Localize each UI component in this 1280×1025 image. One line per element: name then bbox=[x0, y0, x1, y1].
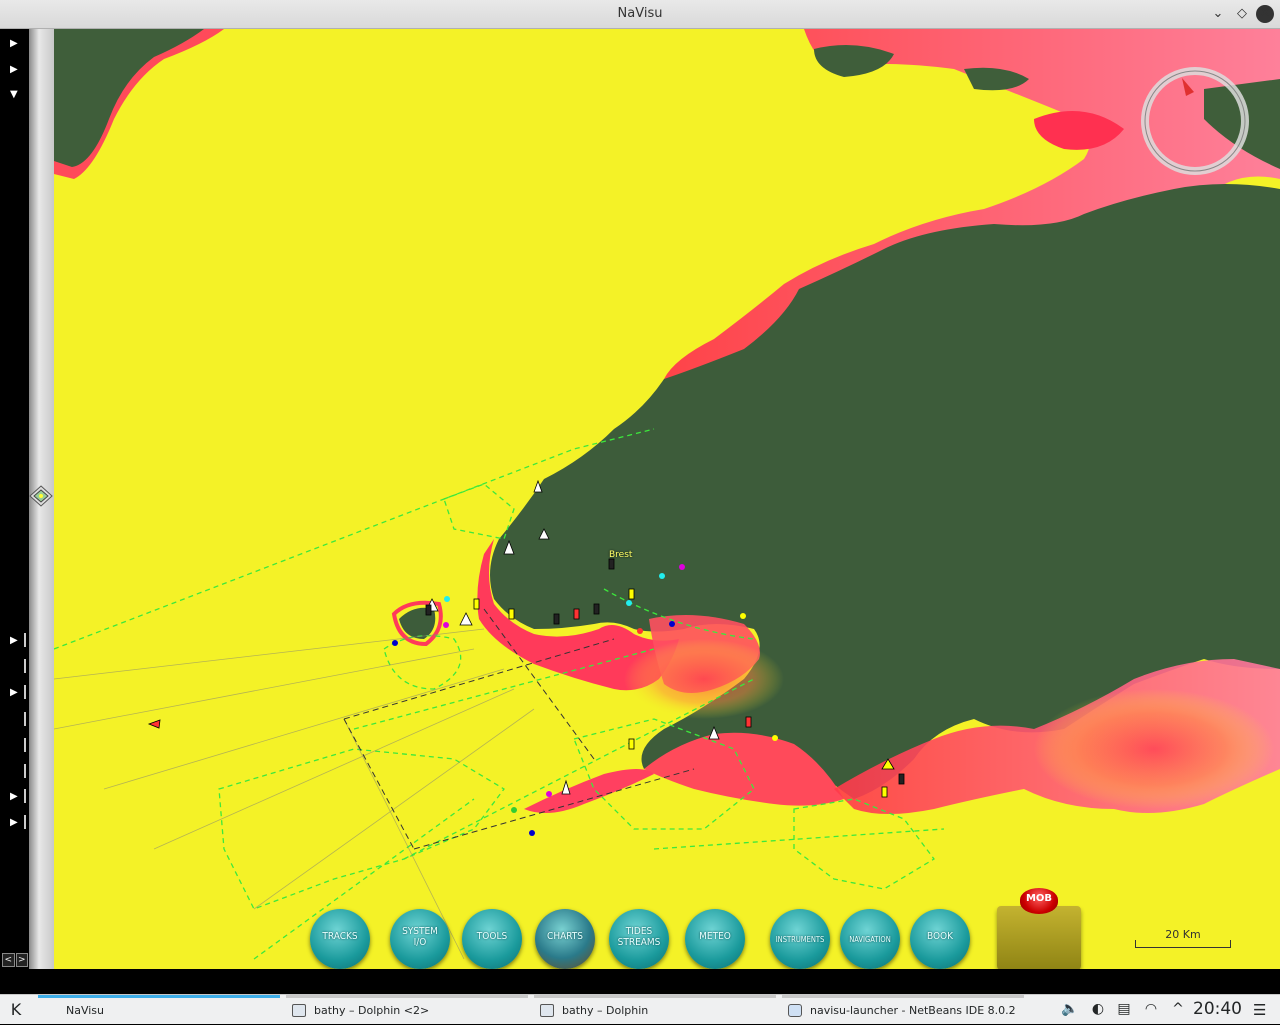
meteo-button-label: METEO bbox=[699, 931, 731, 942]
updates-icon[interactable]: ◐ bbox=[1090, 1001, 1106, 1017]
netbeans-icon bbox=[788, 1004, 802, 1017]
layer-panel-icon[interactable] bbox=[28, 484, 54, 510]
window-titlebar: NaVisu ⌄ ◇ ✕ bbox=[0, 0, 1280, 29]
tracks-button-label: TRACKS bbox=[322, 931, 358, 942]
bathymetry-map bbox=[54, 29, 1280, 960]
tides-label-line1: TIDES bbox=[625, 926, 653, 937]
dock-divider bbox=[24, 659, 26, 673]
navigation-button-label: NAVIGATION bbox=[849, 935, 891, 944]
dock-divider bbox=[24, 815, 26, 829]
wifi-icon[interactable]: ◠ bbox=[1143, 1001, 1159, 1017]
compass-icon[interactable] bbox=[1140, 66, 1250, 176]
scroll-left-button[interactable]: < bbox=[2, 953, 15, 967]
dock-divider bbox=[24, 764, 26, 778]
maximize-button[interactable]: ◇ bbox=[1233, 5, 1251, 23]
dolphin-icon bbox=[292, 1004, 306, 1017]
expand-arrow-icon[interactable]: ▶ bbox=[10, 635, 22, 647]
application-launcher-icon[interactable]: K bbox=[6, 1000, 26, 1020]
system-io-label-line1: SYSTEM bbox=[402, 926, 438, 937]
left-dock-panel: ▶ ▶ ▼ ▶ ▶ ▶ ▶ < > bbox=[0, 29, 54, 969]
dolphin-icon bbox=[540, 1004, 554, 1017]
task-indicator bbox=[782, 995, 1024, 998]
dock-scroll-buttons: < > bbox=[2, 953, 28, 967]
dock-divider bbox=[24, 712, 26, 726]
scale-bar-line bbox=[1135, 940, 1231, 948]
task-label: bathy – Dolphin bbox=[562, 1004, 649, 1017]
task-indicator bbox=[534, 995, 776, 998]
charts-button-label: CHARTS bbox=[547, 931, 583, 942]
instruments-button-label: INSTRUMENTS bbox=[775, 935, 825, 944]
expand-arrow-icon[interactable]: ▶ bbox=[10, 817, 22, 829]
mob-button-cap: MOB bbox=[1020, 888, 1058, 914]
charts-button[interactable]: CHARTS bbox=[535, 909, 595, 969]
tracks-button[interactable]: TRACKS bbox=[310, 909, 370, 969]
book-button-label: BOOK bbox=[926, 931, 954, 942]
window-title: NaVisu bbox=[617, 6, 663, 21]
book-button[interactable]: BOOK bbox=[910, 909, 970, 969]
minimize-button[interactable]: ⌄ bbox=[1209, 5, 1227, 23]
volume-icon[interactable]: 🔈 bbox=[1061, 1001, 1078, 1017]
task-indicator bbox=[38, 995, 280, 998]
expand-arrow-icon[interactable]: ▶ bbox=[10, 64, 22, 76]
tray-expand-icon[interactable]: ^ bbox=[1170, 1001, 1186, 1017]
collapse-arrow-icon[interactable]: ▼ bbox=[10, 89, 22, 101]
expand-arrow-icon[interactable]: ▶ bbox=[10, 38, 22, 50]
system-io-button[interactable]: SYSTEM I/O bbox=[390, 909, 450, 969]
map-view[interactable]: Brest TRACKS SYSTEM I/O TOOLS CHARTS TID… bbox=[54, 29, 1280, 969]
dock-divider bbox=[24, 789, 26, 803]
tides-streams-button[interactable]: TIDES STREAMS bbox=[609, 909, 669, 969]
system-io-label-line2: I/O bbox=[413, 937, 427, 948]
dock-divider bbox=[24, 633, 26, 647]
clock[interactable]: 20:40 bbox=[1193, 999, 1242, 1019]
meteo-button[interactable]: METEO bbox=[685, 909, 745, 969]
task-dolphin[interactable]: bathy – Dolphin bbox=[534, 995, 776, 1025]
dock-divider bbox=[24, 738, 26, 752]
mob-button[interactable]: MOB bbox=[997, 886, 1081, 969]
task-navisu[interactable]: NaVisu bbox=[38, 995, 280, 1025]
navigation-button[interactable]: NAVIGATION bbox=[840, 909, 900, 969]
tools-button[interactable]: TOOLS bbox=[462, 909, 522, 969]
panel-menu-icon[interactable]: ☰ bbox=[1253, 1001, 1266, 1019]
instruments-button[interactable]: INSTRUMENTS bbox=[770, 909, 830, 969]
taskbar: K NaVisu bathy – Dolphin <2> bathy – Dol… bbox=[0, 994, 1280, 1024]
close-button[interactable]: ✕ bbox=[1256, 5, 1274, 23]
task-label: navisu-launcher - NetBeans IDE 8.0.2 bbox=[810, 1004, 1016, 1017]
expand-arrow-icon[interactable]: ▶ bbox=[10, 687, 22, 699]
task-label: NaVisu bbox=[66, 1004, 105, 1017]
dock-divider bbox=[24, 685, 26, 699]
mob-button-base bbox=[997, 906, 1081, 969]
task-label: bathy – Dolphin <2> bbox=[314, 1004, 430, 1017]
tides-label-line2: STREAMS bbox=[617, 937, 661, 948]
scroll-right-button[interactable]: > bbox=[15, 953, 28, 967]
expand-arrow-icon[interactable]: ▶ bbox=[10, 791, 22, 803]
city-label-brest: Brest bbox=[609, 550, 633, 560]
mob-button-label: MOB bbox=[1025, 893, 1053, 904]
task-dolphin-2[interactable]: bathy – Dolphin <2> bbox=[286, 995, 528, 1025]
clipboard-icon[interactable]: ▤ bbox=[1116, 1001, 1132, 1017]
task-indicator bbox=[286, 995, 528, 998]
scale-bar: 20 Km bbox=[1135, 928, 1231, 948]
task-netbeans[interactable]: navisu-launcher - NetBeans IDE 8.0.2 bbox=[782, 995, 1024, 1025]
tools-button-label: TOOLS bbox=[476, 931, 508, 942]
